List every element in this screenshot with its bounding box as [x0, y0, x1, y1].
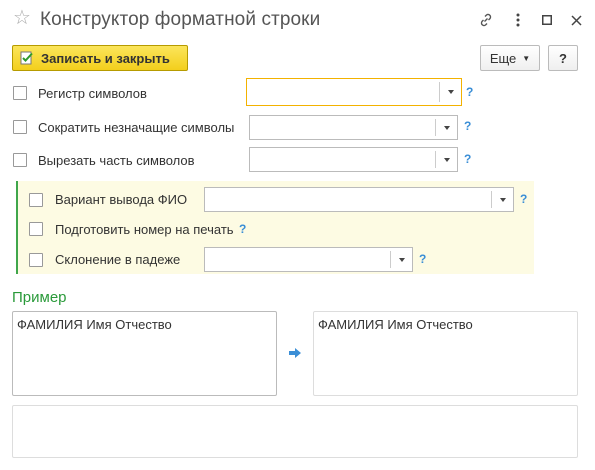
- more-button[interactable]: Еще ▼: [480, 45, 540, 71]
- example-output-field: ФАМИЛИЯ Имя Отчество: [313, 311, 578, 396]
- cut-label: Вырезать часть символов: [38, 153, 195, 168]
- chevron-down-icon[interactable]: [448, 90, 454, 94]
- star-icon[interactable]: ☆: [13, 8, 31, 28]
- toolbar: Записать и закрыть Еще ▼ ?: [0, 42, 595, 76]
- result-string-field[interactable]: [12, 405, 578, 458]
- help-label: ?: [559, 50, 567, 66]
- trim-help-icon[interactable]: ?: [464, 119, 471, 133]
- close-icon[interactable]: [566, 10, 586, 30]
- window-title: Конструктор форматной строки: [40, 9, 321, 30]
- save-check-icon: [20, 51, 34, 65]
- fio-select[interactable]: [204, 187, 514, 212]
- register-label: Регистр символов: [38, 86, 147, 101]
- maximize-icon[interactable]: [537, 10, 557, 30]
- more-label: Еще: [489, 50, 517, 66]
- print-label: Подготовить номер на печать: [55, 222, 234, 237]
- more-options-icon[interactable]: [508, 10, 528, 30]
- case-label: Склонение в падеже: [55, 252, 181, 267]
- register-checkbox[interactable]: [13, 86, 27, 100]
- example-input-field[interactable]: ФАМИЛИЯ Имя Отчество: [12, 311, 277, 396]
- example-output-text: ФАМИЛИЯ Имя Отчество: [318, 317, 473, 332]
- fio-help-icon[interactable]: ?: [520, 192, 527, 206]
- chevron-down-icon: ▼: [522, 53, 531, 63]
- cut-checkbox[interactable]: [13, 153, 27, 167]
- cut-select[interactable]: [249, 147, 458, 172]
- trim-checkbox[interactable]: [13, 120, 27, 134]
- title-bar: ☆ Конструктор форматной строки: [0, 0, 595, 42]
- save-and-close-label: Записать и закрыть: [41, 50, 170, 66]
- example-title: Пример: [12, 289, 67, 306]
- help-button[interactable]: ?: [548, 45, 578, 71]
- register-help-icon[interactable]: ?: [466, 85, 473, 99]
- register-select[interactable]: [246, 78, 462, 106]
- chevron-down-icon[interactable]: [399, 258, 405, 262]
- print-checkbox[interactable]: [29, 222, 43, 236]
- print-help-icon[interactable]: ?: [239, 222, 246, 236]
- link-icon[interactable]: [476, 10, 496, 30]
- fio-label: Вариант вывода ФИО: [55, 192, 188, 207]
- example-input-text: ФАМИЛИЯ Имя Отчество: [17, 317, 172, 332]
- trim-label: Сократить незначащие символы: [38, 120, 235, 135]
- fio-checkbox[interactable]: [29, 193, 43, 207]
- chevron-down-icon[interactable]: [444, 126, 450, 130]
- chevron-down-icon[interactable]: [500, 198, 506, 202]
- arrow-right-icon: [289, 348, 301, 358]
- cut-help-icon[interactable]: ?: [464, 152, 471, 166]
- case-help-icon[interactable]: ?: [419, 252, 426, 266]
- case-checkbox[interactable]: [29, 253, 43, 267]
- chevron-down-icon[interactable]: [444, 158, 450, 162]
- case-select[interactable]: [204, 247, 413, 272]
- trim-select[interactable]: [249, 115, 458, 140]
- save-and-close-button[interactable]: Записать и закрыть: [12, 45, 188, 71]
